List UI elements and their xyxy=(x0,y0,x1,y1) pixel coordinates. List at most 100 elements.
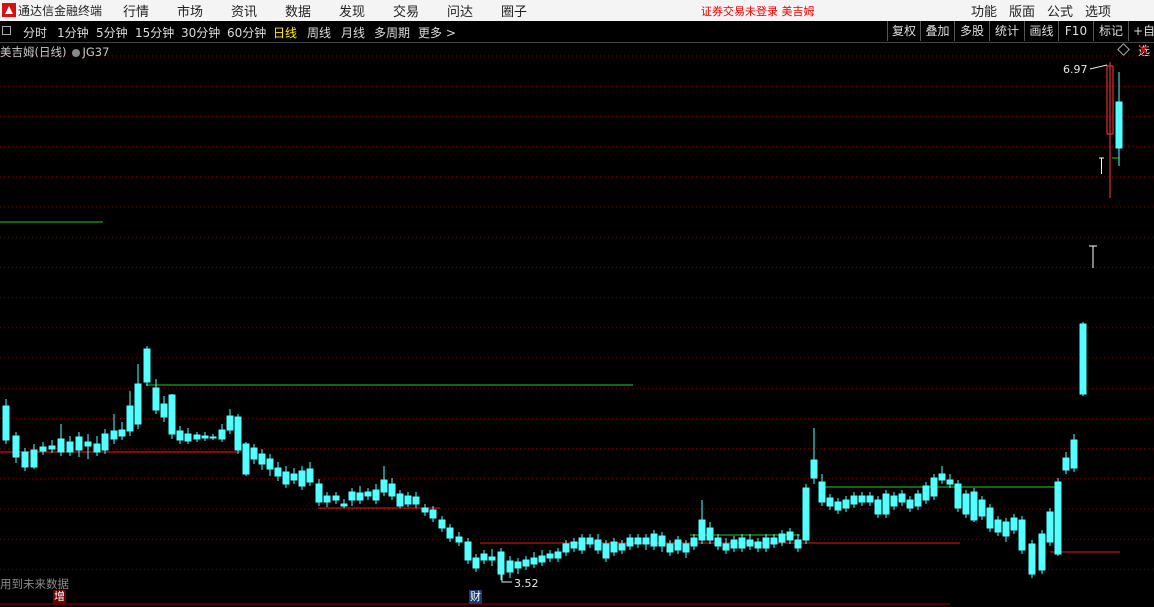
btn-tongji[interactable]: 统计 xyxy=(989,21,1024,41)
candle-body xyxy=(57,438,65,453)
candle-body xyxy=(586,537,594,545)
period-60min[interactable]: 60分钟 xyxy=(227,24,266,41)
candle-body xyxy=(690,537,698,547)
candle-body xyxy=(834,501,842,511)
tag-cai[interactable]: 财 xyxy=(469,590,482,604)
candle-body xyxy=(618,543,626,551)
candle-body xyxy=(882,493,890,515)
tag-zeng[interactable]: 增 xyxy=(53,590,66,604)
candle-body xyxy=(1054,481,1062,555)
period-15min[interactable]: 15分钟 xyxy=(135,24,174,41)
btn-huaxian[interactable]: 画线 xyxy=(1024,21,1058,41)
period-more[interactable]: 更多 > xyxy=(418,24,456,41)
menu-gongneng[interactable]: 功能 xyxy=(971,1,997,20)
candle-body xyxy=(986,507,994,529)
candle-body xyxy=(874,499,882,515)
candle-body xyxy=(380,479,388,493)
high-arrow xyxy=(1089,64,1108,70)
btn-diejia[interactable]: 叠加 xyxy=(920,21,954,41)
candle-body xyxy=(706,527,714,541)
candle-body xyxy=(698,519,706,541)
candle-body xyxy=(978,499,986,517)
candle-body xyxy=(184,433,192,442)
btn-biaoji[interactable]: 标记 xyxy=(1093,21,1128,41)
login-warning[interactable]: 证券交易未登录 美吉姆 xyxy=(701,3,815,19)
chart-title: 美吉姆(日线) JG37 xyxy=(0,44,109,60)
candle-body xyxy=(802,487,810,541)
candle-body xyxy=(554,551,562,559)
btn-zixuan[interactable]: +自选 xyxy=(1128,21,1154,58)
menu-wenda[interactable]: 问达 xyxy=(447,1,473,20)
candle-body xyxy=(754,541,762,549)
indicator-name[interactable]: JG37 xyxy=(82,45,109,59)
candle-body xyxy=(658,535,666,547)
close-icon[interactable]: × xyxy=(1138,43,1149,58)
menu-quanzi[interactable]: 圈子 xyxy=(501,1,527,20)
menu-hangqing[interactable]: 行情 xyxy=(123,1,149,20)
candle-body xyxy=(193,434,201,440)
candle-body xyxy=(930,477,938,497)
candle-body xyxy=(356,492,364,501)
candle-body xyxy=(315,483,323,503)
candle-body xyxy=(372,489,380,501)
candle-body xyxy=(364,491,372,497)
menu-faxian[interactable]: 发现 xyxy=(339,1,365,20)
candle-body xyxy=(562,543,570,553)
candle-body xyxy=(176,430,184,441)
menu-shuju[interactable]: 数据 xyxy=(285,1,311,20)
candle-body xyxy=(970,491,978,521)
candle-body xyxy=(938,473,946,481)
indicator-dropdown-icon[interactable] xyxy=(72,48,81,57)
menu-bar: 通达信金融终端 行情 市场 资讯 数据 发现 交易 问达 圈子 证券交易未登录 … xyxy=(0,0,1154,22)
menu-zixun[interactable]: 资讯 xyxy=(231,1,257,20)
btn-f10[interactable]: F10 xyxy=(1058,21,1093,41)
candle-body xyxy=(514,561,522,569)
period-daily[interactable]: 日线 xyxy=(273,24,297,41)
period-5min[interactable]: 5分钟 xyxy=(96,24,128,41)
period-fenshi[interactable]: 分时 xyxy=(23,24,47,41)
candle-body xyxy=(1115,101,1123,149)
candle-body xyxy=(323,495,331,503)
period-weekly[interactable]: 周线 xyxy=(307,24,331,41)
period-monthly[interactable]: 月线 xyxy=(341,24,365,41)
menu-shichang[interactable]: 市场 xyxy=(177,1,203,20)
candle-body xyxy=(404,495,412,505)
btn-duogu[interactable]: 多股 xyxy=(954,21,989,41)
candle-body xyxy=(488,556,496,561)
candle-body xyxy=(1046,511,1054,543)
candle-body xyxy=(770,537,778,545)
candle-body xyxy=(152,387,160,411)
menu-xuanxiang[interactable]: 选项 xyxy=(1085,1,1111,20)
candle-body xyxy=(682,543,690,553)
candle-body xyxy=(298,470,306,487)
candle-body xyxy=(1010,517,1018,531)
candle-body xyxy=(396,493,404,507)
candle-body xyxy=(39,446,47,452)
stock-title: 美吉姆(日线) xyxy=(0,45,67,59)
high-price-label: 6.97 xyxy=(1063,63,1088,76)
period-1min[interactable]: 1分钟 xyxy=(57,24,89,41)
candle-body xyxy=(866,495,874,503)
panel-toggle-icon[interactable] xyxy=(2,26,11,35)
candle-body xyxy=(1038,533,1046,571)
menu-jiaoyi[interactable]: 交易 xyxy=(393,1,419,20)
period-30min[interactable]: 30分钟 xyxy=(181,24,220,41)
candle-body xyxy=(858,495,866,503)
btn-fuquan[interactable]: 复权 xyxy=(887,21,920,41)
candle-body xyxy=(634,537,642,545)
candle-body xyxy=(340,503,348,507)
kline-chart[interactable]: 6.97 3.52 xyxy=(0,44,1154,607)
candle-body xyxy=(1018,519,1026,551)
app-name: 通达信金融终端 xyxy=(18,4,103,18)
candle-body xyxy=(762,537,770,549)
candle-body xyxy=(946,479,954,485)
candle-body xyxy=(242,443,250,475)
candle-body xyxy=(890,495,898,507)
menu-gongshi[interactable]: 公式 xyxy=(1047,1,1073,20)
candle-body xyxy=(778,533,786,543)
menu-banmian[interactable]: 版面 xyxy=(1009,1,1035,20)
candle-body xyxy=(1002,521,1010,537)
period-multi[interactable]: 多周期 xyxy=(374,24,410,41)
candle-body xyxy=(602,543,610,559)
candle-body xyxy=(290,473,298,481)
